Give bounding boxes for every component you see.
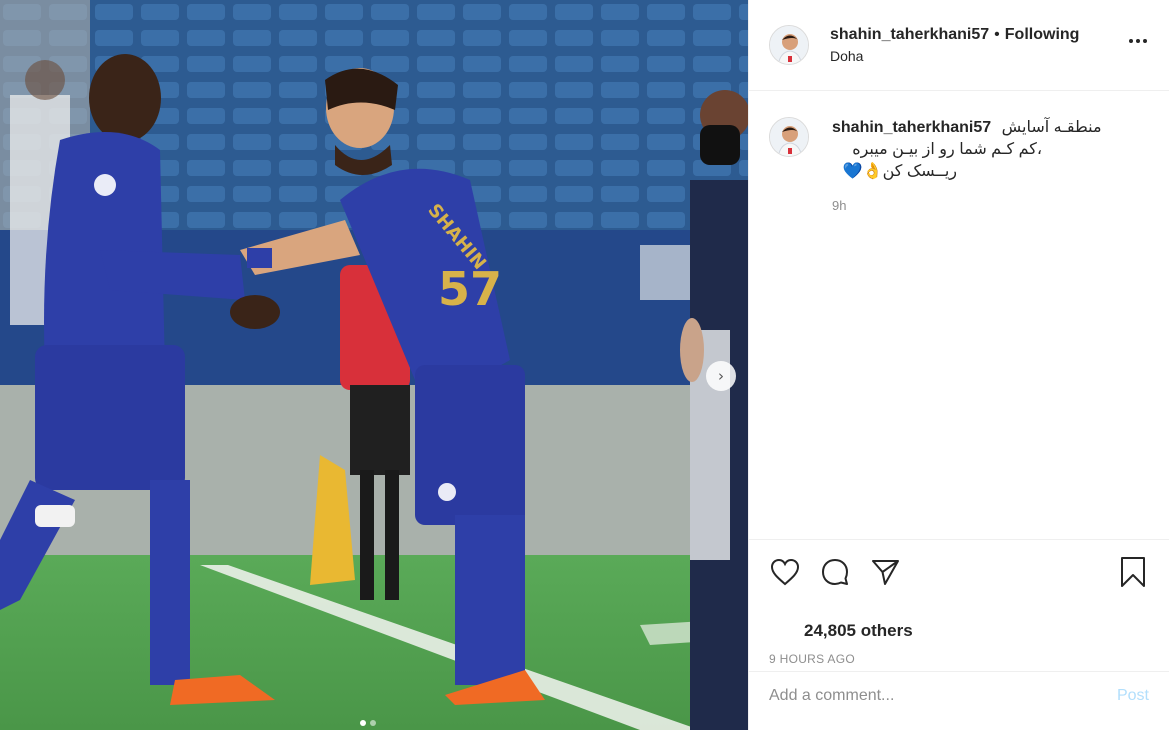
caption-username[interactable]: shahin_taherkhani57 xyxy=(832,119,991,136)
football-match-photo: 57 SHAHIN xyxy=(0,0,748,730)
more-dots-icon[interactable] xyxy=(1129,39,1147,43)
comment-input[interactable] xyxy=(769,686,1117,705)
caption-line-2: ،کم کـم شما رو از بیـن میبره xyxy=(852,141,1042,158)
header-separator: • xyxy=(994,26,1000,43)
svg-text:57: 57 xyxy=(438,262,502,316)
avatar[interactable] xyxy=(769,117,809,157)
comments-section: shahin_taherkhani57 منطقـه آسایش ،کم کـم… xyxy=(749,91,1169,539)
post-timestamp[interactable]: 9 HOURS AGO xyxy=(769,652,855,666)
profile-picture xyxy=(770,118,808,156)
carousel-next-button[interactable]: › xyxy=(706,361,736,391)
heart-icon[interactable] xyxy=(769,556,801,588)
post-header-text: shahin_taherkhani57 • Following Doha xyxy=(830,26,1079,64)
caption-line-3: ریــسک کن👌💙 xyxy=(842,163,957,180)
header-user-row: shahin_taherkhani57 • Following xyxy=(830,26,1079,44)
paper-plane-icon[interactable] xyxy=(869,556,901,588)
profile-picture xyxy=(770,26,808,64)
likes-count[interactable]: 24,805 others xyxy=(804,621,913,641)
carousel-dot xyxy=(370,720,376,726)
action-icons-row xyxy=(769,556,901,588)
caption-content: shahin_taherkhani57 منطقـه آسایش ،کم کـم… xyxy=(832,117,1102,213)
post-side-panel: shahin_taherkhani57 • Following Doha sha… xyxy=(748,0,1169,730)
caption-line-1: منطقـه آسایش xyxy=(1001,119,1102,136)
post-photo[interactable]: 57 SHAHIN › xyxy=(0,0,748,730)
add-comment-bar: Post xyxy=(749,671,1169,719)
comment-bubble-icon[interactable] xyxy=(819,556,851,588)
location-link[interactable]: Doha xyxy=(830,48,1079,64)
post-actions: 24,805 others 9 HOURS AGO Post xyxy=(749,539,1169,719)
caption-text: shahin_taherkhani57 منطقـه آسایش ،کم کـم… xyxy=(832,117,1102,183)
chevron-right-icon: › xyxy=(718,367,724,385)
following-button[interactable]: Following xyxy=(1005,26,1080,44)
post-header: shahin_taherkhani57 • Following Doha xyxy=(749,0,1169,91)
bookmark-icon[interactable] xyxy=(1117,556,1149,588)
carousel-indicator xyxy=(360,720,376,726)
avatar[interactable] xyxy=(769,25,809,65)
caption-comment: shahin_taherkhani57 منطقـه آسایش ،کم کـم… xyxy=(769,117,1149,213)
author-username[interactable]: shahin_taherkhani57 xyxy=(830,26,989,44)
post-comment-button[interactable]: Post xyxy=(1117,687,1149,705)
caption-timestamp: 9h xyxy=(832,198,847,213)
carousel-dot-active xyxy=(360,720,366,726)
